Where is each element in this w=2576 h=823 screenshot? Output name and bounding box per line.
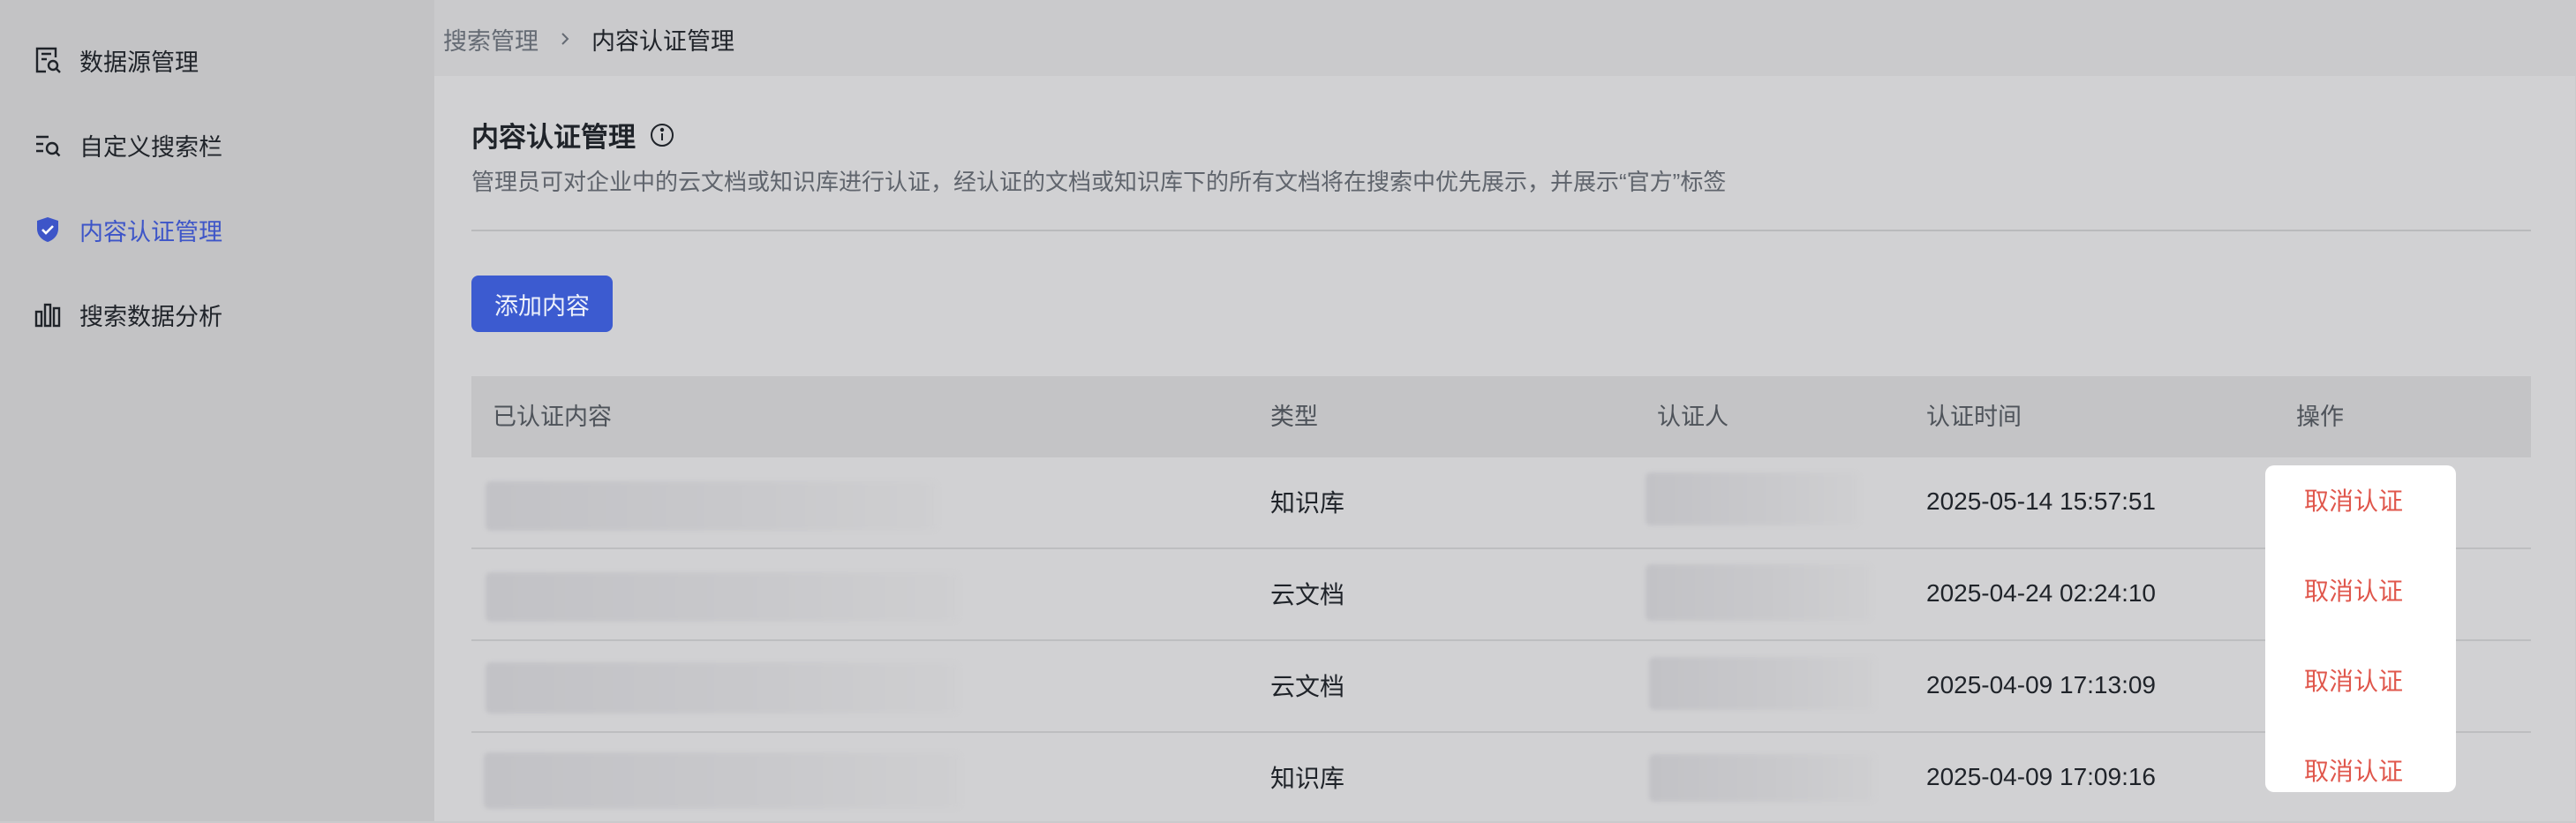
chevron-right-icon: [553, 26, 577, 51]
row-time: 2025-05-14 15:57:51: [1926, 487, 2156, 515]
sidebar-item-search-analytics[interactable]: 搜索数据分析: [32, 288, 420, 341]
divider: [471, 230, 2531, 231]
sidebar-item-label: 内容认证管理: [79, 218, 222, 245]
info-icon[interactable]: [648, 121, 676, 149]
table-row: 云文档 2025-04-09 17:13:09: [471, 641, 2531, 733]
bar-chart-icon: [32, 298, 64, 330]
data-source-icon: [32, 44, 64, 76]
row-type: 云文档: [1270, 581, 1345, 608]
column-header-content: 已认证内容: [493, 404, 612, 430]
sidebar-item-label: 自定义搜索栏: [79, 133, 222, 161]
sidebar-item-content-certification[interactable]: 内容认证管理: [32, 203, 420, 256]
redacted-certifier: [1646, 472, 1859, 525]
redacted-certifier: [1649, 754, 1875, 802]
search-list-icon: [32, 129, 64, 161]
cancel-certification-link[interactable]: 取消认证: [2304, 475, 2445, 528]
sidebar-item-label: 搜索数据分析: [79, 303, 222, 330]
redacted-certifier: [1646, 564, 1872, 621]
sidebar-item-custom-search-bar[interactable]: 自定义搜索栏: [32, 118, 420, 171]
table-row: 知识库 2025-04-09 17:09:16: [471, 733, 2531, 823]
row-time: 2025-04-09 17:13:09: [1926, 671, 2156, 698]
certified-content-table: 已认证内容 类型 认证人 认证时间 操作 知识库 2025-05-14 15:5…: [471, 376, 2531, 823]
add-content-button[interactable]: 添加内容: [471, 276, 613, 332]
shield-check-icon: [32, 214, 64, 245]
column-header-type: 类型: [1270, 404, 1318, 430]
content-panel: 内容认证管理 管理员可对企业中的云文档或知识库进行认证，经认证的文档或知识库下的…: [434, 76, 2575, 821]
column-header-time: 认证时间: [1926, 404, 2022, 430]
redacted-content-name: [486, 662, 959, 714]
row-type: 知识库: [1270, 765, 1345, 792]
redacted-certifier: [1649, 657, 1875, 710]
cancel-certification-link[interactable]: 取消认证: [2304, 655, 2445, 708]
table-row: 云文档 2025-04-24 02:24:10: [471, 549, 2531, 641]
redacted-content-name: [484, 752, 960, 809]
sidebar-item-label: 数据源管理: [79, 49, 199, 76]
page-description: 管理员可对企业中的云文档或知识库进行认证，经认证的文档或知识库下的所有文档将在搜…: [471, 169, 1727, 195]
breadcrumb: 搜索管理 内容认证管理: [443, 19, 734, 58]
row-type: 知识库: [1270, 489, 1345, 517]
cancel-certification-link[interactable]: 取消认证: [2304, 745, 2445, 798]
table-row: 知识库 2025-05-14 15:57:51: [471, 457, 2531, 549]
row-type: 云文档: [1270, 673, 1345, 700]
sidebar-item-data-source[interactable]: 数据源管理: [32, 34, 420, 87]
column-header-action: 操作: [2296, 404, 2344, 430]
sidebar: 数据源管理 自定义搜索栏 内容认证管理 搜索数据分析: [0, 0, 434, 821]
redacted-content-name: [486, 572, 959, 622]
breadcrumb-current: 内容认证管理: [591, 27, 734, 55]
breadcrumb-parent-link[interactable]: 搜索管理: [443, 22, 539, 57]
page-title: 内容认证管理: [471, 122, 636, 153]
redacted-content-name: [486, 481, 938, 531]
column-header-certifier: 认证人: [1657, 404, 1729, 430]
row-time: 2025-04-09 17:09:16: [1926, 763, 2156, 790]
row-time: 2025-04-24 02:24:10: [1926, 579, 2156, 607]
table-header: 已认证内容 类型 认证人 认证时间 操作: [471, 376, 2531, 457]
cancel-certification-link[interactable]: 取消认证: [2304, 565, 2445, 618]
